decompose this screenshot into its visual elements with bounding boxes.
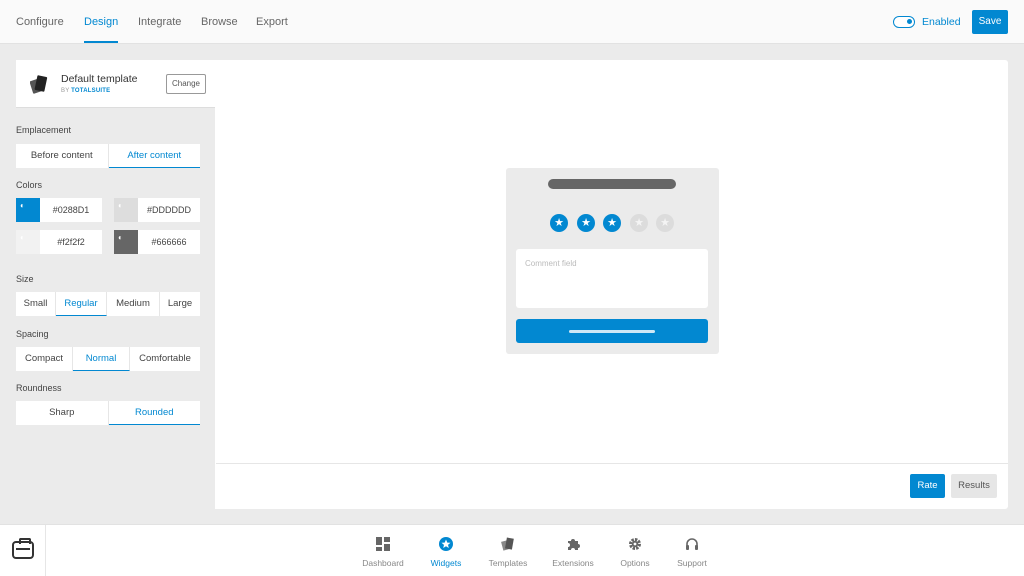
template-author: BY TOTALSUITE [61, 88, 110, 94]
bottom-nav-options[interactable]: Options [605, 525, 665, 576]
option-compact[interactable]: Compact [16, 347, 73, 371]
color-swatch-secondary[interactable]: ◐ [114, 198, 138, 222]
toggle-knob [907, 19, 912, 24]
bottom-nav-label: Dashboard [362, 558, 404, 568]
option-normal[interactable]: Normal [73, 347, 130, 371]
tab-export[interactable]: Export [256, 0, 288, 44]
comment-field[interactable]: Comment field [516, 249, 708, 308]
bottom-nav-label: Options [620, 558, 650, 568]
droplet-icon: ◐ [118, 233, 123, 242]
bottom-nav-extensions[interactable]: Extensions [543, 525, 603, 576]
bottom-nav-support[interactable]: Support [662, 525, 722, 576]
headphones-icon [686, 538, 698, 550]
star-icon[interactable]: ★ [550, 214, 568, 232]
template-name: Default template [61, 73, 138, 85]
option-large[interactable]: Large [160, 292, 200, 316]
button-label-placeholder [569, 330, 655, 333]
color-value-secondary[interactable]: #DDDDDD [138, 198, 200, 222]
spacing-label: Spacing [16, 329, 49, 339]
briefcase-logo[interactable] [0, 525, 46, 576]
bottom-nav-label: Templates [488, 558, 528, 568]
emplacement-selector: Before content After content [16, 144, 200, 168]
roundness-label: Roundness [16, 383, 62, 393]
option-rounded[interactable]: Rounded [108, 401, 200, 425]
results-button[interactable]: Results [951, 474, 997, 498]
templates-icon [501, 537, 514, 551]
widget-preview: ★ ★ ★ ★ ★ Comment field [506, 168, 719, 354]
color-swatch-primary[interactable]: ◐ [16, 198, 40, 222]
color-swatch-text[interactable]: ◐ [114, 230, 138, 254]
option-small[interactable]: Small [16, 292, 56, 316]
option-comfortable[interactable]: Comfortable [130, 347, 200, 371]
top-navigation-bar: Configure Design Integrate Browse Export… [0, 0, 1024, 44]
preview-submit-button[interactable] [516, 319, 708, 343]
bottom-nav-widgets[interactable]: Widgets [416, 525, 476, 576]
color-field-primary: ◐ #0288D1 [16, 198, 102, 222]
briefcase-icon [12, 538, 34, 559]
tab-design[interactable]: Design [84, 0, 119, 44]
color-field-background: ◐ #f2f2f2 [16, 230, 102, 254]
option-after-content[interactable]: After content [108, 144, 200, 168]
star-icon [439, 537, 453, 551]
dashboard-icon [376, 537, 390, 551]
tab-configure[interactable]: Configure [16, 0, 64, 44]
bottom-nav-label: Extensions [552, 558, 594, 568]
spacing-selector: Compact Normal Comfortable [16, 347, 200, 371]
color-value-text[interactable]: #666666 [138, 230, 200, 254]
color-swatch-background[interactable]: ◐ [16, 230, 40, 254]
droplet-icon: ◐ [20, 201, 25, 210]
color-value-background[interactable]: #f2f2f2 [40, 230, 102, 254]
color-field-secondary: ◐ #DDDDDD [114, 198, 200, 222]
template-author-name[interactable]: TOTALSUITE [71, 88, 110, 94]
option-regular[interactable]: Regular [56, 292, 107, 316]
bottom-nav-label: Support [677, 558, 707, 568]
star-icon[interactable]: ★ [603, 214, 621, 232]
option-medium[interactable]: Medium [107, 292, 160, 316]
color-field-text: ◐ #666666 [114, 230, 200, 254]
option-before-content[interactable]: Before content [16, 144, 109, 168]
preview-title-placeholder [548, 179, 676, 189]
template-header: Default template BY TOTALSUITE Change [16, 60, 215, 108]
save-button[interactable]: Save [972, 10, 1008, 34]
enabled-toggle[interactable] [893, 16, 915, 28]
option-sharp[interactable]: Sharp [16, 401, 109, 425]
template-author-prefix: BY [61, 88, 70, 94]
droplet-icon: ◐ [118, 201, 123, 210]
enabled-label: Enabled [922, 16, 961, 28]
tab-integrate[interactable]: Integrate [138, 0, 181, 44]
tab-browse[interactable]: Browse [201, 0, 238, 44]
roundness-selector: Sharp Rounded [16, 401, 200, 425]
colors-label: Colors [16, 180, 43, 190]
size-selector: Small Regular Medium Large [16, 292, 200, 316]
gear-icon [629, 538, 641, 550]
emplacement-label: Emplacement [16, 125, 72, 135]
star-icon[interactable]: ★ [630, 214, 648, 232]
bottom-navigation-bar: Dashboard Widgets Templates Extensions O… [0, 524, 1024, 576]
change-template-button[interactable]: Change [166, 74, 206, 94]
template-icon [30, 75, 48, 94]
star-icon[interactable]: ★ [656, 214, 674, 232]
bottom-nav-dashboard[interactable]: Dashboard [353, 525, 413, 576]
bottom-nav-templates[interactable]: Templates [478, 525, 538, 576]
preview-footer [216, 463, 1008, 509]
rate-button[interactable]: Rate [910, 474, 945, 498]
size-label: Size [16, 274, 34, 284]
color-value-primary[interactable]: #0288D1 [40, 198, 102, 222]
droplet-icon: ◐ [20, 233, 25, 242]
bottom-nav-label: Widgets [430, 558, 462, 568]
star-icon[interactable]: ★ [577, 214, 595, 232]
puzzle-icon [568, 539, 580, 550]
